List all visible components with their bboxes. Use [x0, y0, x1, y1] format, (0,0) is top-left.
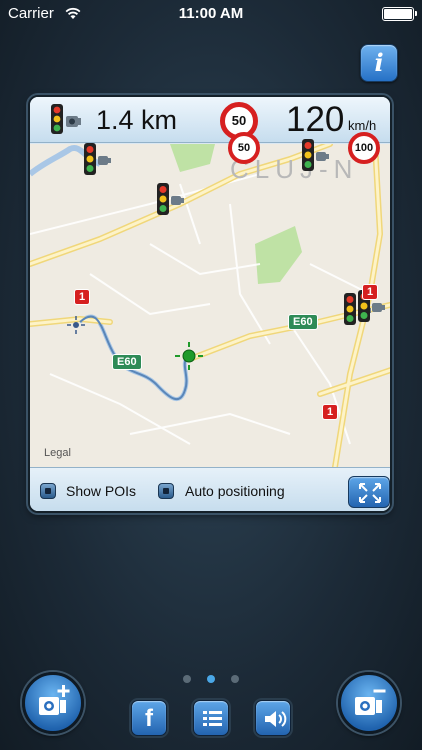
facebook-icon: f — [145, 705, 153, 732]
add-camera-icon — [39, 685, 70, 715]
remove-camera-icon — [355, 689, 386, 715]
add-camera-button[interactable] — [22, 672, 84, 734]
distance-to-camera: 1.4 km — [96, 105, 178, 135]
facebook-button[interactable]: f — [131, 700, 167, 736]
auto-positioning-label: Auto positioning — [185, 483, 285, 499]
legal-link[interactable]: Legal — [44, 447, 71, 459]
list-icon — [203, 711, 222, 726]
traffic-light-camera-icon — [48, 103, 82, 142]
battery-icon — [382, 7, 417, 21]
park-area — [170, 144, 215, 172]
current-location-icon — [175, 342, 203, 370]
remove-camera-button[interactable] — [338, 672, 400, 734]
route-shield[interactable]: 1 — [362, 284, 379, 300]
highway-label-e60[interactable]: E60 — [112, 354, 142, 370]
expand-icon — [359, 483, 381, 503]
speed-limit-marker[interactable]: 50 — [228, 132, 260, 164]
show-pois-checkbox[interactable] — [40, 483, 56, 499]
route-shield[interactable]: 1 — [74, 289, 91, 305]
list-button[interactable] — [193, 700, 229, 736]
highway-label-e60[interactable]: E60 — [288, 314, 318, 330]
route-shield[interactable]: 1 — [322, 404, 339, 420]
current-speed: 120 — [286, 100, 345, 139]
clock: 11:00 AM — [178, 5, 244, 22]
radar-panel: 1.4 km 50 120 km/h CLUJ-N E60 E60 1 1 1 … — [28, 95, 392, 513]
info-icon: i — [374, 48, 384, 77]
map-view[interactable]: CLUJ-N E60 E60 1 1 1 50 100 Legal — [30, 132, 390, 467]
options-bar: Show POIs Auto positioning — [30, 467, 390, 511]
fullscreen-button[interactable] — [348, 476, 390, 508]
traffic-camera-marker[interactable] — [300, 138, 330, 174]
speed-unit: km/h — [348, 118, 377, 133]
speaker-icon — [265, 711, 287, 727]
speed-limit-marker[interactable]: 100 — [348, 132, 380, 164]
auto-positioning-checkbox[interactable] — [158, 483, 174, 499]
traffic-camera-marker[interactable] — [155, 182, 185, 218]
page-dot[interactable] — [207, 675, 215, 683]
show-pois-label: Show POIs — [66, 483, 137, 499]
speed-limit-value: 50 — [231, 113, 247, 128]
radar-info-bar: 1.4 km 50 120 km/h — [30, 97, 390, 143]
park-area — [255, 226, 302, 284]
info-button[interactable]: i — [360, 44, 398, 82]
status-bar: Carrier 11:00 AM — [0, 0, 422, 28]
page-dot[interactable] — [231, 675, 239, 683]
page-dot[interactable] — [183, 675, 191, 683]
sound-button[interactable] — [255, 700, 291, 736]
traffic-camera-marker[interactable] — [82, 142, 112, 178]
